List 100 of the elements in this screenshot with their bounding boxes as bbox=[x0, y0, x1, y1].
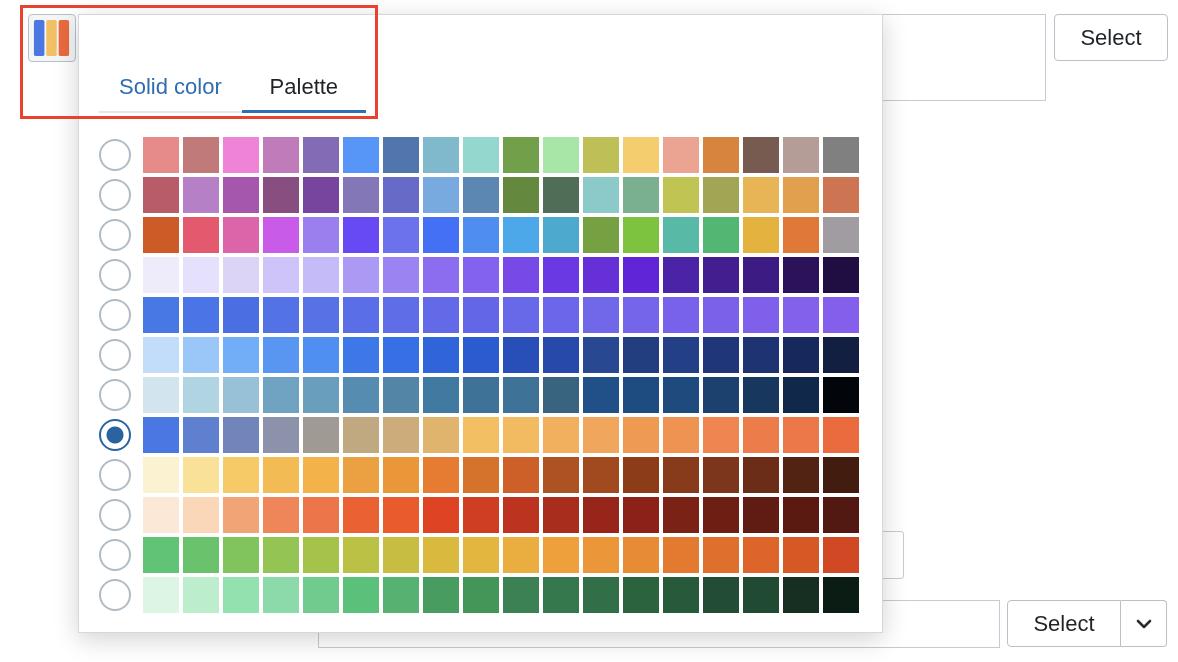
color-swatch[interactable] bbox=[743, 177, 779, 213]
color-swatch[interactable] bbox=[183, 577, 219, 613]
color-swatch[interactable] bbox=[663, 417, 699, 453]
color-swatch[interactable] bbox=[303, 297, 339, 333]
color-swatch[interactable] bbox=[583, 457, 619, 493]
color-swatch[interactable] bbox=[343, 257, 379, 293]
tab[interactable]: Palette bbox=[241, 63, 366, 113]
color-swatch[interactable] bbox=[503, 497, 539, 533]
color-swatch[interactable] bbox=[263, 257, 299, 293]
color-swatch[interactable] bbox=[703, 337, 739, 373]
color-swatch[interactable] bbox=[743, 137, 779, 173]
color-swatch[interactable] bbox=[823, 417, 859, 453]
color-swatch[interactable] bbox=[583, 377, 619, 413]
color-swatch[interactable] bbox=[623, 497, 659, 533]
text-area-field[interactable] bbox=[880, 14, 1046, 101]
color-swatch[interactable] bbox=[823, 497, 859, 533]
color-swatch[interactable] bbox=[703, 577, 739, 613]
color-swatch[interactable] bbox=[383, 177, 419, 213]
radio-button[interactable] bbox=[99, 459, 131, 491]
color-swatch[interactable] bbox=[703, 377, 739, 413]
color-swatch[interactable] bbox=[223, 217, 259, 253]
color-swatch[interactable] bbox=[263, 537, 299, 573]
color-swatch[interactable] bbox=[343, 497, 379, 533]
color-swatch[interactable] bbox=[303, 217, 339, 253]
color-swatch[interactable] bbox=[543, 497, 579, 533]
color-swatch[interactable] bbox=[583, 297, 619, 333]
color-swatch[interactable] bbox=[463, 217, 499, 253]
color-swatch[interactable] bbox=[823, 537, 859, 573]
color-swatch[interactable] bbox=[183, 257, 219, 293]
color-swatch[interactable] bbox=[223, 497, 259, 533]
color-swatch[interactable] bbox=[543, 177, 579, 213]
color-swatch[interactable] bbox=[383, 137, 419, 173]
color-swatch[interactable] bbox=[463, 537, 499, 573]
color-swatch[interactable] bbox=[463, 457, 499, 493]
color-swatch[interactable] bbox=[183, 377, 219, 413]
color-swatch[interactable] bbox=[383, 217, 419, 253]
color-swatch[interactable] bbox=[783, 337, 819, 373]
color-swatch[interactable] bbox=[583, 257, 619, 293]
color-swatch[interactable] bbox=[343, 297, 379, 333]
color-swatch[interactable] bbox=[543, 297, 579, 333]
color-swatch[interactable] bbox=[463, 377, 499, 413]
color-swatch[interactable] bbox=[423, 297, 459, 333]
color-swatch[interactable] bbox=[423, 257, 459, 293]
color-swatch[interactable] bbox=[663, 337, 699, 373]
color-swatch[interactable] bbox=[143, 297, 179, 333]
color-swatch[interactable] bbox=[263, 297, 299, 333]
color-swatch[interactable] bbox=[223, 537, 259, 573]
color-swatch[interactable] bbox=[823, 177, 859, 213]
color-swatch[interactable] bbox=[823, 457, 859, 493]
color-swatch[interactable] bbox=[743, 417, 779, 453]
color-swatch[interactable] bbox=[783, 377, 819, 413]
color-swatch[interactable] bbox=[703, 537, 739, 573]
tab[interactable]: Solid color bbox=[99, 63, 242, 113]
radio-button[interactable] bbox=[99, 179, 131, 211]
color-swatch[interactable] bbox=[663, 217, 699, 253]
color-swatch[interactable] bbox=[503, 217, 539, 253]
color-swatch[interactable] bbox=[663, 177, 699, 213]
color-swatch[interactable] bbox=[663, 137, 699, 173]
radio-button[interactable] bbox=[99, 499, 131, 531]
color-swatch[interactable] bbox=[423, 577, 459, 613]
color-swatch[interactable] bbox=[423, 377, 459, 413]
color-swatch[interactable] bbox=[783, 177, 819, 213]
color-swatch[interactable] bbox=[343, 177, 379, 213]
color-swatch[interactable] bbox=[223, 577, 259, 613]
color-swatch[interactable] bbox=[223, 137, 259, 173]
color-swatch[interactable] bbox=[143, 137, 179, 173]
color-swatch[interactable] bbox=[463, 257, 499, 293]
color-swatch[interactable] bbox=[663, 297, 699, 333]
color-swatch[interactable] bbox=[463, 337, 499, 373]
color-swatch[interactable] bbox=[463, 497, 499, 533]
color-swatch[interactable] bbox=[143, 377, 179, 413]
color-swatch[interactable] bbox=[743, 297, 779, 333]
color-swatch[interactable] bbox=[703, 137, 739, 173]
color-swatch[interactable] bbox=[703, 257, 739, 293]
color-swatch[interactable] bbox=[823, 337, 859, 373]
color-swatch[interactable] bbox=[463, 297, 499, 333]
color-swatch[interactable] bbox=[383, 497, 419, 533]
color-swatch[interactable] bbox=[263, 577, 299, 613]
color-swatch[interactable] bbox=[743, 217, 779, 253]
color-swatch[interactable] bbox=[383, 297, 419, 333]
color-swatch[interactable] bbox=[503, 257, 539, 293]
radio-button[interactable] bbox=[99, 339, 131, 371]
color-swatch[interactable] bbox=[703, 177, 739, 213]
color-swatch[interactable] bbox=[343, 137, 379, 173]
color-swatch[interactable] bbox=[823, 217, 859, 253]
color-swatch[interactable] bbox=[383, 537, 419, 573]
color-swatch[interactable] bbox=[343, 417, 379, 453]
color-swatch[interactable] bbox=[503, 177, 539, 213]
color-swatch[interactable] bbox=[303, 457, 339, 493]
color-swatch[interactable] bbox=[783, 257, 819, 293]
radio-button[interactable] bbox=[99, 419, 131, 451]
color-swatch[interactable] bbox=[223, 297, 259, 333]
color-swatch[interactable] bbox=[663, 537, 699, 573]
color-swatch[interactable] bbox=[703, 217, 739, 253]
color-swatch[interactable] bbox=[343, 377, 379, 413]
color-swatch[interactable] bbox=[583, 337, 619, 373]
color-swatch[interactable] bbox=[183, 537, 219, 573]
color-swatch[interactable] bbox=[623, 297, 659, 333]
color-swatch[interactable] bbox=[303, 577, 339, 613]
radio-button[interactable] bbox=[99, 219, 131, 251]
